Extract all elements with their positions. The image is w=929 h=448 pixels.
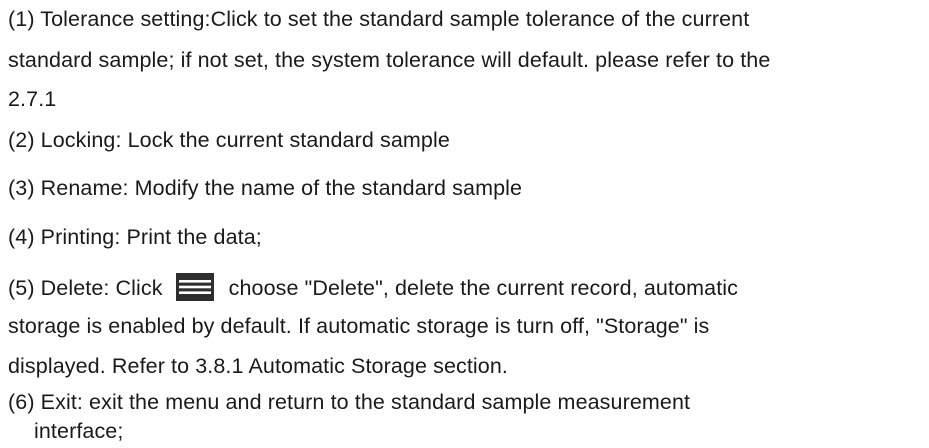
item-delete-line-3: displayed. Refer to 3.8.1 Automatic Stor… (8, 354, 508, 378)
item-exit-line-1: (6) Exit: exit the menu and return to th… (8, 390, 691, 414)
item-tolerance-line-2: standard sample; if not set, the system … (8, 48, 771, 72)
item-rename: (3) Rename: Modify the name of the stand… (8, 176, 523, 200)
delete-text-before-icon: (5) Delete: Click (8, 276, 163, 300)
document-page: (1) Tolerance setting:Click to set the s… (0, 0, 929, 448)
item-tolerance-line-1: (1) Tolerance setting:Click to set the s… (8, 7, 750, 31)
item-locking: (2) Locking: Lock the current standard s… (8, 128, 450, 152)
item-tolerance-line-3: 2.7.1 (8, 87, 57, 111)
item-delete-line-1: (5) Delete: Click choose "Delete", delet… (8, 272, 738, 302)
delete-text-after-icon: choose "Delete", delete the current reco… (228, 276, 738, 300)
menu-icon (175, 272, 215, 302)
item-exit-line-2: interface; (34, 419, 124, 443)
item-delete-line-2: storage is enabled by default. If automa… (8, 314, 710, 338)
item-printing: (4) Printing: Print the data; (8, 225, 262, 249)
